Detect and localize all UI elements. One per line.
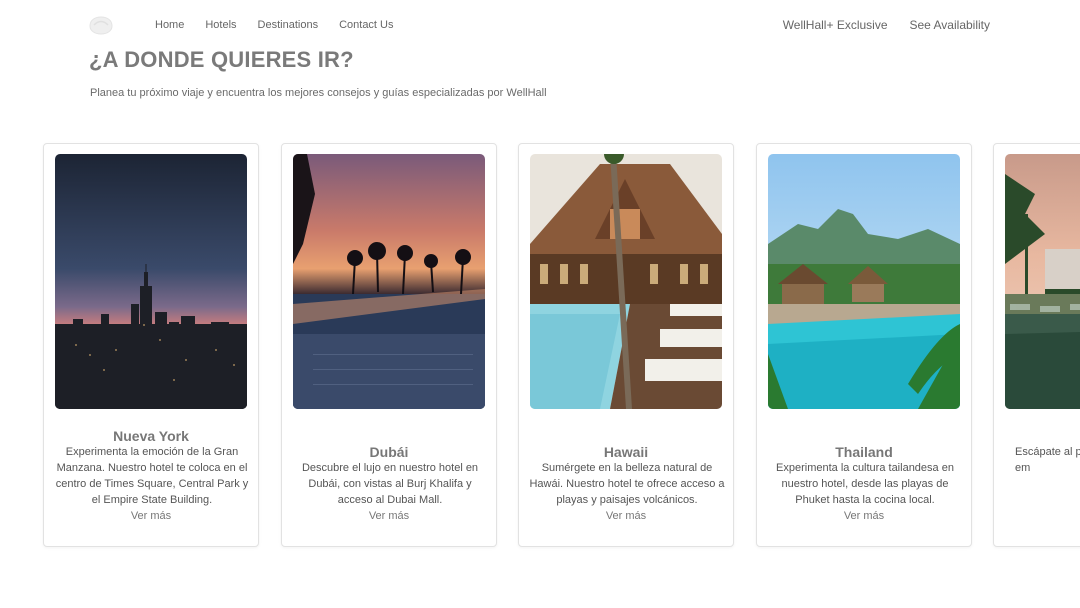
see-more-link[interactable]: Ver más: [44, 510, 258, 522]
destination-cards: Nueva York Experimenta la emoción de la …: [0, 0, 1080, 608]
thailand-image: [768, 154, 960, 409]
new-york-image: [55, 154, 247, 409]
dubai-image: [293, 154, 485, 409]
card-description: Escápate al p Nuestro hotel t exubera em: [1015, 446, 1080, 474]
card-description: Experimenta la cultura tailandesa en nue…: [776, 462, 954, 506]
destination-card-new-york[interactable]: Nueva York Experimenta la emoción de la …: [43, 143, 259, 547]
destination-card-dubai[interactable]: Dubái Descubre el lujo en nuestro hotel …: [281, 143, 497, 547]
card-title: Thailand: [835, 444, 893, 460]
destination-card-hawaii[interactable]: Hawaii Sumérgete en la belleza natural d…: [518, 143, 734, 547]
card-description: Sumérgete en la belleza natural de Hawái…: [529, 462, 725, 506]
see-more-link[interactable]: Ver más: [757, 510, 971, 522]
card-description: Descubre el lujo en nuestro hotel en Dub…: [301, 462, 479, 506]
tropical-resort-image: [1005, 154, 1080, 409]
destination-card-partial[interactable]: Escápate al p Nuestro hotel t exubera em: [993, 143, 1080, 547]
see-more-link[interactable]: Ver más: [282, 510, 496, 522]
card-title: Dubái: [369, 444, 409, 460]
destination-card-thailand[interactable]: Thailand Experimenta la cultura tailande…: [756, 143, 972, 547]
card-description: Experimenta la emoción de la Gran Manzan…: [55, 446, 249, 506]
card-title: Hawaii: [603, 444, 649, 460]
hawaii-image: [530, 154, 722, 409]
card-title: Nueva York: [113, 428, 189, 444]
see-more-link[interactable]: Ver más: [519, 510, 733, 522]
